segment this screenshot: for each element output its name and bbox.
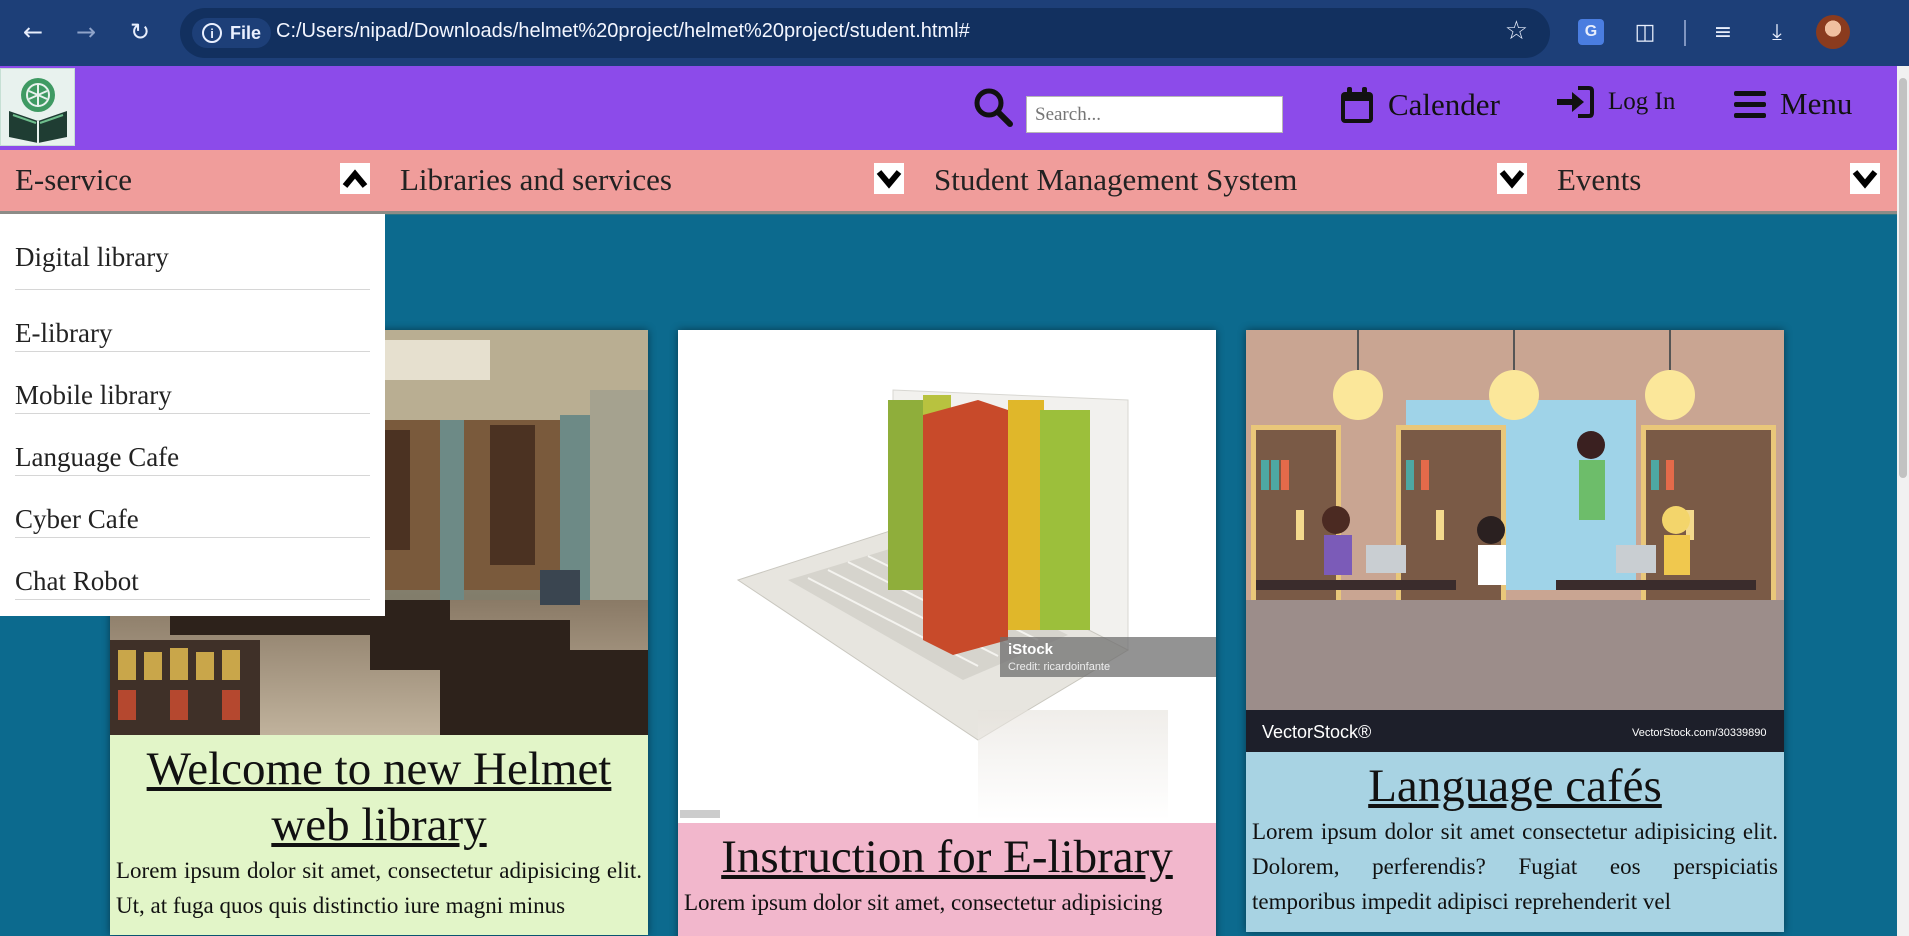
- forward-icon[interactable]: →: [68, 14, 104, 50]
- reload-icon[interactable]: ↻: [122, 14, 158, 50]
- page-scrollbar[interactable]: [1897, 66, 1909, 936]
- category-bar: E-service Libraries and services Student…: [0, 150, 1897, 214]
- toolbar-separator: [1684, 20, 1686, 46]
- card-language-cafes: VectorStock® VectorStock.com/30339890 La…: [1246, 330, 1784, 932]
- site-header: Calender Log In Menu: [0, 66, 1897, 150]
- search-input[interactable]: [1026, 96, 1283, 133]
- category-libraries[interactable]: Libraries and services: [400, 162, 672, 198]
- scrollbar-thumb[interactable]: [1899, 78, 1907, 478]
- menu-button[interactable]: Menu: [1734, 86, 1852, 122]
- google-translate-icon[interactable]: G: [1578, 19, 1604, 45]
- vectorstock-url: VectorStock.com/30339890: [1632, 727, 1767, 739]
- dropdown-item-mobile-library[interactable]: Mobile library: [15, 352, 370, 414]
- library-cafe-illustration: VectorStock® VectorStock.com/30339890: [1246, 330, 1784, 752]
- category-events[interactable]: Events: [1557, 162, 1641, 198]
- card-text: Lorem ipsum dolor sit amet, consectetur …: [684, 890, 1163, 915]
- calendar-icon: [1341, 87, 1373, 123]
- site-info-chip[interactable]: i File: [192, 18, 272, 48]
- playlist-icon[interactable]: ≡: [1706, 15, 1740, 49]
- search-icon[interactable]: [972, 86, 1014, 128]
- logo[interactable]: [0, 68, 75, 146]
- calendar-label: Calender: [1388, 87, 1500, 122]
- book-tree-logo-icon: [8, 78, 67, 143]
- dropdown-item-language-cafe[interactable]: Language Cafe: [15, 414, 370, 476]
- card-title[interactable]: Welcome to new Helmet web library: [116, 741, 642, 853]
- url-text[interactable]: C:/Users/nipad/Downloads/helmet%20projec…: [276, 20, 970, 43]
- dropdown-item-chat-robot[interactable]: Chat Robot: [15, 538, 370, 600]
- chevron-down-icon[interactable]: [1850, 163, 1880, 194]
- card-body: Welcome to new Helmet web library Lorem …: [110, 735, 648, 935]
- chevron-down-icon[interactable]: [1497, 163, 1527, 194]
- istock-watermark: iStock: [1008, 641, 1054, 658]
- sign-in-icon: [1557, 86, 1594, 118]
- menu-label: Menu: [1780, 86, 1853, 121]
- vectorstock-watermark: VectorStock®: [1262, 722, 1371, 742]
- browser-toolbar: ← → ↻ i File C:/Users/nipad/Downloads/he…: [0, 0, 1909, 66]
- laptop-books-photo: iStock Credit: ricardoinfante: [678, 330, 1216, 823]
- dropdown-item-cyber-cafe[interactable]: Cyber Cafe: [15, 476, 370, 538]
- address-bar[interactable]: i File C:/Users/nipad/Downloads/helmet%2…: [180, 8, 1550, 58]
- login-link[interactable]: Log In: [1556, 86, 1675, 118]
- file-chip-label: File: [230, 22, 262, 43]
- card-text: Lorem ipsum dolor sit amet consectetur a…: [1252, 819, 1778, 914]
- chevron-down-icon[interactable]: [874, 163, 904, 194]
- login-label: Log In: [1608, 88, 1676, 115]
- back-icon[interactable]: ←: [15, 14, 51, 50]
- card-text: Lorem ipsum dolor sit amet, consectetur …: [116, 858, 642, 918]
- e-service-dropdown: Digital library E-library Mobile library…: [0, 214, 385, 616]
- chevron-up-icon[interactable]: [340, 163, 370, 194]
- dropdown-item-e-library[interactable]: E-library: [15, 290, 370, 352]
- card-body: Instruction for E-library Lorem ipsum do…: [678, 823, 1216, 936]
- calendar-link[interactable]: Calender: [1340, 86, 1500, 124]
- category-e-service[interactable]: E-service: [15, 162, 132, 198]
- profile-avatar[interactable]: [1816, 15, 1850, 49]
- card-body: Language cafés Lorem ipsum dolor sit ame…: [1246, 752, 1784, 932]
- card-e-library-instructions: iStock Credit: ricardoinfante Instructio…: [678, 330, 1216, 936]
- star-icon[interactable]: ☆: [1505, 16, 1528, 46]
- dropdown-item-digital-library[interactable]: Digital library: [15, 214, 370, 290]
- extensions-icon[interactable]: ◫: [1628, 15, 1662, 49]
- card-title[interactable]: Language cafés: [1252, 758, 1778, 814]
- info-icon: i: [202, 23, 222, 43]
- download-icon[interactable]: ⤓: [1760, 15, 1794, 49]
- istock-credit: Credit: ricardoinfante: [1008, 661, 1110, 673]
- hamburger-icon: [1734, 91, 1766, 118]
- card-title[interactable]: Instruction for E-library: [684, 829, 1210, 885]
- category-student-management[interactable]: Student Management System: [934, 162, 1297, 198]
